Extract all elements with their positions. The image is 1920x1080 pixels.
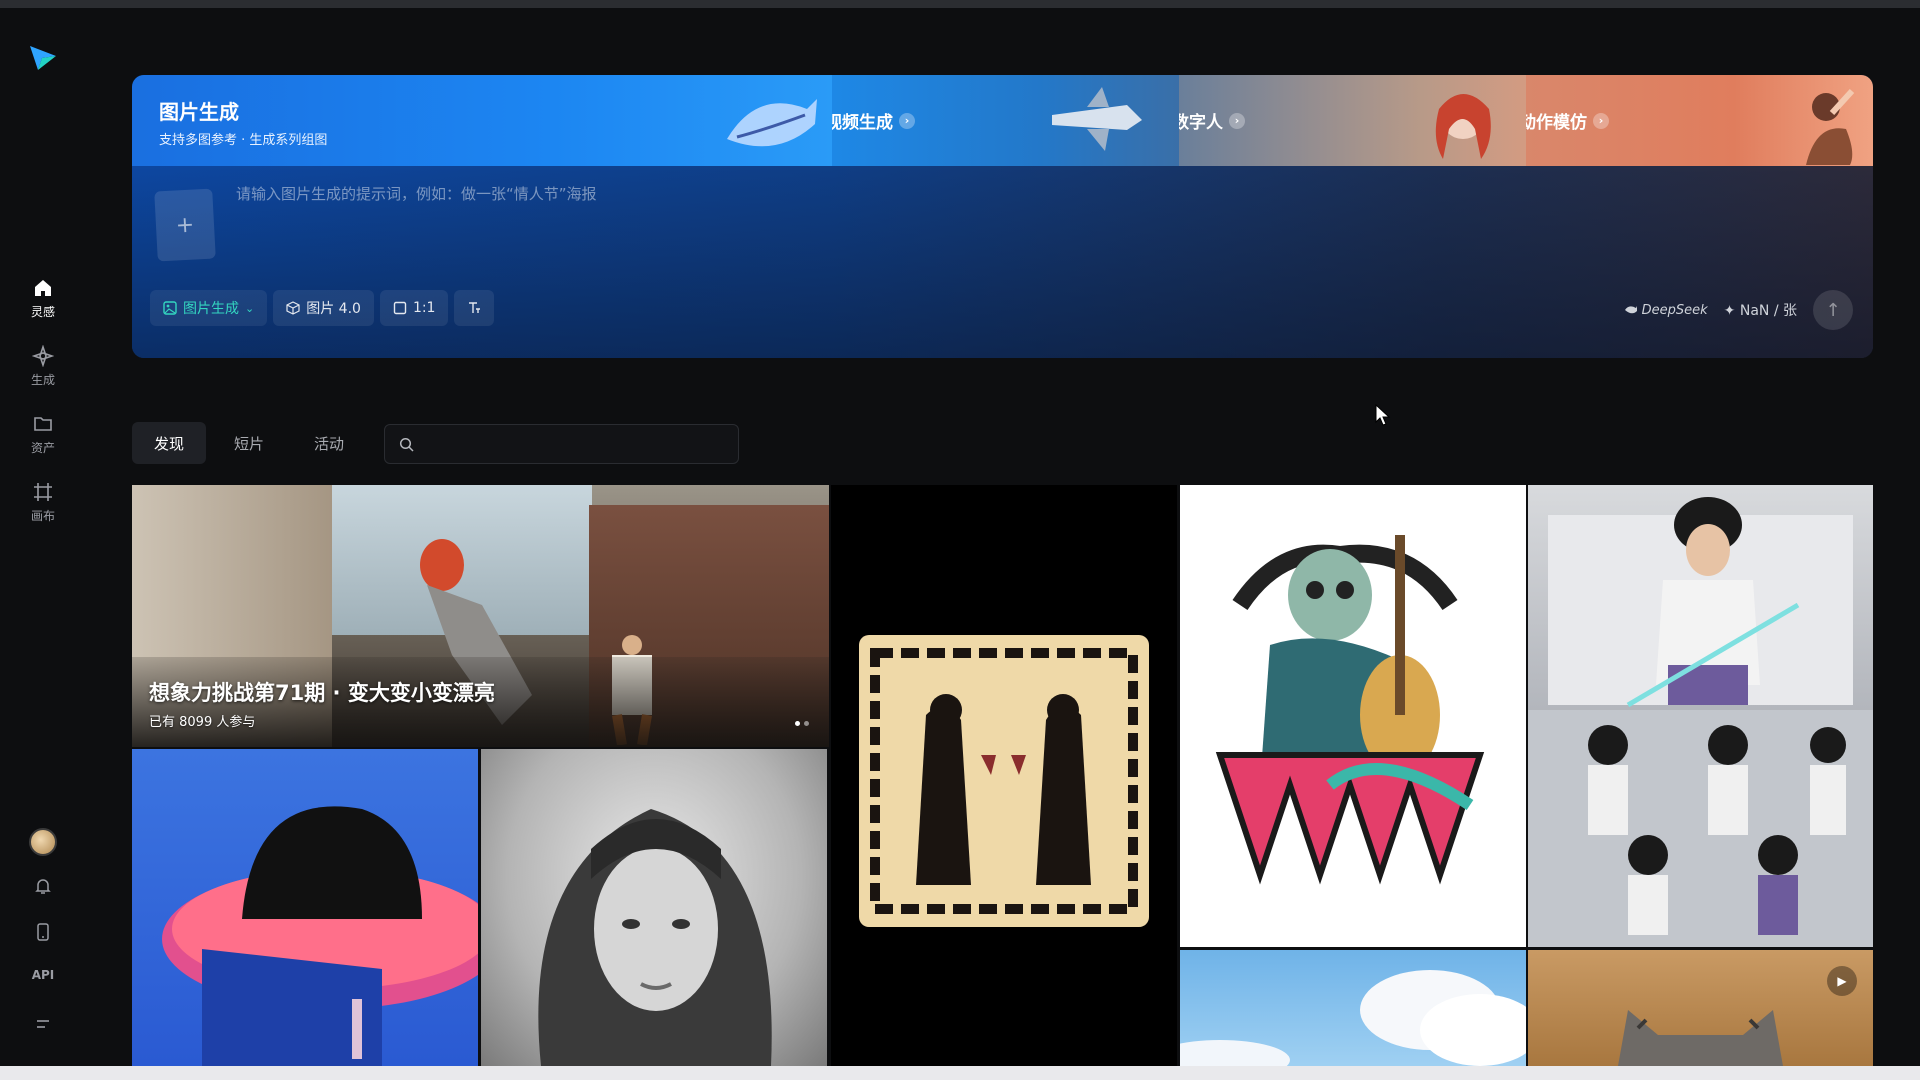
- logo-icon[interactable]: [26, 40, 60, 74]
- chevron-right-icon: ›: [1593, 112, 1609, 129]
- chevron-down-icon: ⌄: [245, 301, 255, 315]
- hero-tab-title: 图片生成: [159, 100, 239, 124]
- bell-icon[interactable]: [33, 876, 53, 896]
- prompt-right-tools: DeepSeek ✦ NaN / 张 ↑: [1624, 290, 1853, 330]
- text-icon: [469, 302, 481, 313]
- sidebar-item-generate[interactable]: 生成: [13, 338, 73, 394]
- model-label: 图片 4.0: [306, 301, 361, 317]
- hat-illustration: [162, 806, 478, 1066]
- cube-icon: [286, 301, 300, 315]
- home-icon: [35, 279, 51, 296]
- play-button[interactable]: ▶: [1827, 966, 1857, 996]
- upload-reference-button[interactable]: +: [154, 188, 216, 262]
- image-icon: [163, 301, 177, 315]
- api-link[interactable]: API: [32, 968, 55, 982]
- play-icon: ▶: [1837, 974, 1847, 988]
- skeleton-musician-illustration: [1215, 535, 1485, 885]
- hero-tab-subtitle: 支持多图参考 · 生成系列组图: [159, 133, 328, 148]
- menu-icon[interactable]: [33, 1014, 53, 1034]
- ratio-select[interactable]: 1:1: [379, 290, 449, 326]
- hero-tab-label: 视频生成 ›: [832, 108, 915, 133]
- featured-participants: 已有 8099 人参与: [149, 715, 256, 730]
- whale-illustration: [727, 99, 817, 147]
- menu-wrap: [0, 1014, 86, 1034]
- tab-image-generation[interactable]: 图片生成 支持多图参考 · 生成系列组图: [132, 75, 832, 166]
- mode-select[interactable]: 图片生成 ⌄: [150, 290, 268, 326]
- chevron-right-icon: ›: [899, 112, 915, 129]
- featured-challenge-card[interactable]: 想象力挑战第71期 · 变大变小变漂亮 已有 8099 人参与: [132, 485, 829, 747]
- folder-icon: [34, 416, 52, 431]
- mouse-cursor-icon: [1375, 403, 1391, 426]
- plus-icon: +: [175, 212, 195, 238]
- hero-tab-label: 数字人 ›: [1179, 108, 1245, 133]
- mobile-icon[interactable]: [33, 922, 53, 942]
- chevron-right-icon: ›: [1229, 112, 1245, 129]
- ratio-label: 1:1: [412, 300, 436, 316]
- character-illustration: [1435, 94, 1491, 159]
- mode-label: 图片生成: [183, 301, 239, 317]
- deepseek-toggle[interactable]: DeepSeek: [1624, 303, 1708, 318]
- sidebar-item-label: 画布: [30, 508, 55, 523]
- sidebar-item-label: 灵感: [30, 304, 55, 319]
- gallery-card-hat[interactable]: [132, 749, 478, 1066]
- cost-label: ✦ NaN / 张: [1723, 303, 1797, 319]
- gallery-card-sky[interactable]: [1180, 950, 1526, 1066]
- hero-tab-label: 动作模仿 ›: [1526, 108, 1609, 133]
- avatar-wrap: [0, 828, 86, 856]
- sidebar-item-label: 生成: [30, 372, 55, 387]
- tab-shorts[interactable]: 短片: [212, 422, 286, 464]
- gallery-card-seal[interactable]: [831, 485, 1177, 1066]
- gallery-card-cat[interactable]: ▶: [1528, 950, 1873, 1066]
- model-select[interactable]: 图片 4.0: [273, 290, 374, 326]
- window-bottom-strip: [0, 1066, 1920, 1080]
- feed-tabs: 发现 短片 活动: [132, 422, 366, 464]
- featured-title: 想象力挑战第71期 · 变大变小变漂亮: [149, 681, 495, 705]
- prompt-area: + 图片生成 ⌄ 图片 4.0 1:1 DeepSeek: [132, 166, 1873, 358]
- sparkle-icon: [32, 344, 54, 367]
- avatar[interactable]: [29, 828, 57, 856]
- sidebar-item-inspiration[interactable]: 灵感: [13, 270, 73, 326]
- arrow-up-icon: ↑: [1825, 299, 1841, 321]
- mobile-wrap: [0, 922, 86, 942]
- tab-discover[interactable]: 发现: [132, 422, 207, 464]
- seal-illustration: [859, 635, 1149, 927]
- sidebar-item-assets[interactable]: 资产: [13, 406, 73, 462]
- sidebar-item-label: 资产: [30, 440, 55, 455]
- cat-illustration: [1618, 1010, 1783, 1066]
- sidebar-item-canvas[interactable]: 画布: [13, 474, 73, 530]
- tab-motion-imitation[interactable]: 动作模仿 ›: [1526, 75, 1873, 166]
- sidebar: 灵感 生成 资产 画布 API: [0, 8, 86, 1066]
- portrait-illustration: [538, 809, 772, 1066]
- dancer-illustration: [1806, 88, 1855, 165]
- tab-events[interactable]: 活动: [292, 422, 366, 464]
- tab-video-generation[interactable]: 视频生成 ›: [832, 75, 1179, 166]
- hero-tabs: 图片生成 支持多图参考 · 生成系列组图 视频生成 › 数字人 › 动作模仿 ›: [132, 75, 1873, 166]
- api-wrap: API: [0, 968, 86, 982]
- gallery-card-portrait[interactable]: [481, 749, 827, 1066]
- figure-collage-illustration: [1528, 497, 1873, 947]
- send-button[interactable]: ↑: [1813, 290, 1853, 330]
- hero-panel: 图片生成 支持多图参考 · 生成系列组图 视频生成› 数字人› 动作模仿›: [132, 75, 1873, 358]
- gallery-card-skeleton[interactable]: [1180, 485, 1526, 947]
- carousel-dots[interactable]: [795, 721, 809, 726]
- notification-wrap: [0, 876, 86, 896]
- prompt-input[interactable]: [236, 185, 1436, 203]
- prompt-toolbar: 图片生成 ⌄ 图片 4.0 1:1: [150, 290, 495, 326]
- text-style-button[interactable]: [454, 290, 495, 326]
- whale-icon: [1624, 306, 1637, 314]
- search-input[interactable]: [424, 436, 724, 452]
- jet-illustration: [1052, 87, 1142, 151]
- search-box: [384, 424, 739, 464]
- search-icon: [399, 437, 414, 452]
- tab-digital-human[interactable]: 数字人 ›: [1179, 75, 1526, 166]
- cloud-illustration: [1180, 970, 1526, 1066]
- gallery-card-figure[interactable]: [1528, 485, 1873, 947]
- window-top-strip: [0, 0, 1920, 8]
- canvas-icon: [34, 482, 52, 501]
- square-icon: [393, 301, 407, 315]
